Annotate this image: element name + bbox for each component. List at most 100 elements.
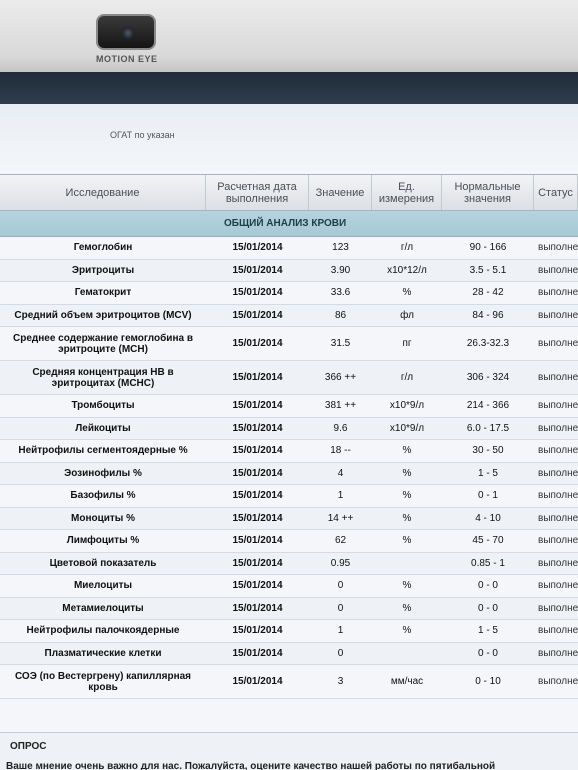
table-row[interactable]: Лейкоциты 15/01/2014 9.6 x10*9/л 6.0 - 17.5 в… xyxy=(0,417,578,440)
cell-norm: 0 - 0 xyxy=(477,602,498,614)
cell-unit: % xyxy=(402,467,412,479)
cell-value: 4 xyxy=(337,467,344,479)
table-row[interactable]: Средний объем эритроцитов (MCV) 15/01/201… xyxy=(0,304,578,327)
table-row[interactable]: Эритроциты 15/01/2014 3.90 x10*12/л 3.5 - 5.… xyxy=(0,259,578,282)
cell-date: 15/01/2014 xyxy=(232,445,283,457)
cell-name: Миелоциты xyxy=(73,580,133,592)
cell-status: выполнено xyxy=(538,400,578,412)
cell-name: Гематокрит xyxy=(74,287,132,299)
table-row[interactable]: Базофилы % 15/01/2014 1% 0 - 1 выполнено xyxy=(0,485,578,508)
cell-unit: x10*9/л xyxy=(389,422,425,434)
cell-date: 15/01/2014 xyxy=(232,580,283,592)
cell-name: Тромбоциты xyxy=(71,400,135,412)
cell-unit: г/л xyxy=(400,242,414,254)
table-row[interactable]: Гемоглобин 15/01/2014 123 г/л 90 - 166 выполн… xyxy=(0,237,578,260)
table-row[interactable]: Среднее содержание гемоглобина в эритроц… xyxy=(0,327,578,361)
cell-status: выполнено xyxy=(538,647,578,659)
cell-name: Средний объем эритроцитов (MCV) xyxy=(14,309,192,321)
header-value[interactable]: Значение xyxy=(309,175,372,210)
camera-lens xyxy=(122,27,134,39)
cell-norm: 26.3-32.3 xyxy=(466,338,510,349)
cell-norm: 306 - 324 xyxy=(466,372,510,383)
cell-norm: 28 - 42 xyxy=(472,287,504,299)
cell-unit: % xyxy=(402,512,412,524)
header-date[interactable]: Расчетная дата выполнения xyxy=(206,175,309,210)
table-row[interactable]: Эозинофилы % 15/01/2014 4% 1 - 5 выполнено xyxy=(0,462,578,485)
cell-date: 15/01/2014 xyxy=(232,490,283,502)
cell-unit: г/л xyxy=(400,372,414,383)
cell-unit: мм/час xyxy=(390,676,424,687)
cell-value: 18 -- xyxy=(330,445,351,457)
cell-unit: x10*12/л xyxy=(387,264,427,276)
table-row[interactable]: Плазматические клетки 15/01/2014 0 0 - 0 вып… xyxy=(0,642,578,665)
cell-date: 15/01/2014 xyxy=(232,287,283,299)
lab-results-table: Исследование Расчетная дата выполнения З… xyxy=(0,174,578,699)
cell-unit xyxy=(372,553,442,575)
table-body: Гемоглобин 15/01/2014 123 г/л 90 - 166 выполн… xyxy=(0,237,578,699)
cell-name: Гемоглобин xyxy=(73,242,133,254)
cell-date: 15/01/2014 xyxy=(232,676,283,687)
table-row[interactable]: СОЭ (по Вестергрену) капиллярная кровь 15… xyxy=(0,665,578,699)
cell-norm: 4 - 10 xyxy=(475,512,501,524)
browser-top-bar xyxy=(0,72,578,104)
survey-text: Ваше мнение очень важно для нас. Пожалуй… xyxy=(6,761,496,770)
cell-value: 123 xyxy=(332,242,349,254)
cell-value: 1 xyxy=(337,625,344,637)
table-header: Исследование Расчетная дата выполнения З… xyxy=(0,174,578,211)
table-row[interactable]: Тромбоциты 15/01/2014 381 ++ x10*9/л 214 - 3… xyxy=(0,395,578,418)
cell-status: выполнено xyxy=(538,467,578,479)
cell-unit: % xyxy=(402,490,412,502)
cell-value: 366 ++ xyxy=(324,372,357,383)
cell-unit: % xyxy=(402,535,412,547)
table-row[interactable]: Моноциты % 15/01/2014 14 ++% 4 - 10 выполнен… xyxy=(0,507,578,530)
cell-unit: % xyxy=(402,445,412,457)
cell-value: 0 xyxy=(337,647,344,659)
table-row[interactable]: Миелоциты 15/01/2014 0% 0 - 0 выполнено xyxy=(0,575,578,598)
cell-value: 62 xyxy=(334,535,347,547)
cell-value: 1 xyxy=(337,490,344,502)
cell-value: 381 ++ xyxy=(324,400,357,412)
header-investigation[interactable]: Исследование xyxy=(0,175,206,210)
cell-value: 31.5 xyxy=(330,338,351,349)
table-row[interactable]: Лимфоциты % 15/01/2014 62% 45 - 70 выполнено xyxy=(0,530,578,553)
cell-date: 15/01/2014 xyxy=(232,557,283,569)
cell-unit: пг xyxy=(402,338,412,349)
cell-norm: 30 - 50 xyxy=(472,445,504,457)
cell-norm: 0 - 10 xyxy=(475,676,501,687)
cell-date: 15/01/2014 xyxy=(232,625,283,637)
cell-name: Нейтрофилы сегментоядерные % xyxy=(18,445,188,457)
table-row[interactable]: Цветовой показатель 15/01/2014 0.95 0.85 - … xyxy=(0,552,578,575)
cell-name: СОЭ (по Вестергрену) капиллярная кровь xyxy=(14,670,192,693)
cell-date: 15/01/2014 xyxy=(232,512,283,524)
cell-status: выполнено xyxy=(538,625,578,637)
table-row[interactable]: Нейтрофилы сегментоядерные % 15/01/2014 18… xyxy=(0,440,578,463)
cell-date: 15/01/2014 xyxy=(232,372,283,383)
cell-date: 15/01/2014 xyxy=(232,647,283,659)
cell-date: 15/01/2014 xyxy=(232,467,283,479)
cell-status: выполнено xyxy=(538,676,578,687)
survey-section: ОПРОС Ваше мнение очень важно для нас. П… xyxy=(0,732,578,770)
table-row[interactable]: Нейтрофилы палочкоядерные 15/01/2014 1% 1 -… xyxy=(0,620,578,643)
table-row[interactable]: Средняя концентрация HB в эритроцитах (M… xyxy=(0,361,578,395)
header-unit[interactable]: Ед. измерения xyxy=(372,175,442,210)
cell-name: Среднее содержание гемоглобина в эритроц… xyxy=(13,332,193,355)
cell-date: 15/01/2014 xyxy=(232,535,283,547)
cell-status: выполнено xyxy=(538,264,578,276)
cell-name: Лимфоциты % xyxy=(66,535,140,547)
cell-name: Цветовой показатель xyxy=(49,557,157,569)
cell-unit: % xyxy=(402,287,412,299)
cell-value: 9.6 xyxy=(333,422,348,434)
cell-norm: 1 - 5 xyxy=(477,625,498,637)
table-row[interactable]: Гематокрит 15/01/2014 33.6% 28 - 42 выполнен… xyxy=(0,282,578,305)
cell-unit: % xyxy=(402,580,412,592)
cell-norm: 3.5 - 5.1 xyxy=(469,264,507,276)
cell-date: 15/01/2014 xyxy=(232,422,283,434)
cell-name: Эритроциты xyxy=(71,264,135,276)
results-page: ОГАТ по указан Исследование Расчетная да… xyxy=(0,104,578,770)
cell-value: 0 xyxy=(337,602,344,614)
header-status[interactable]: Статус xyxy=(534,175,578,210)
header-norm[interactable]: Нормальные значения xyxy=(442,175,534,210)
cell-status: выполнено xyxy=(538,242,578,254)
table-row[interactable]: Метамиелоциты 15/01/2014 0% 0 - 0 выполнено xyxy=(0,597,578,620)
cell-name: Эозинофилы % xyxy=(64,467,142,479)
